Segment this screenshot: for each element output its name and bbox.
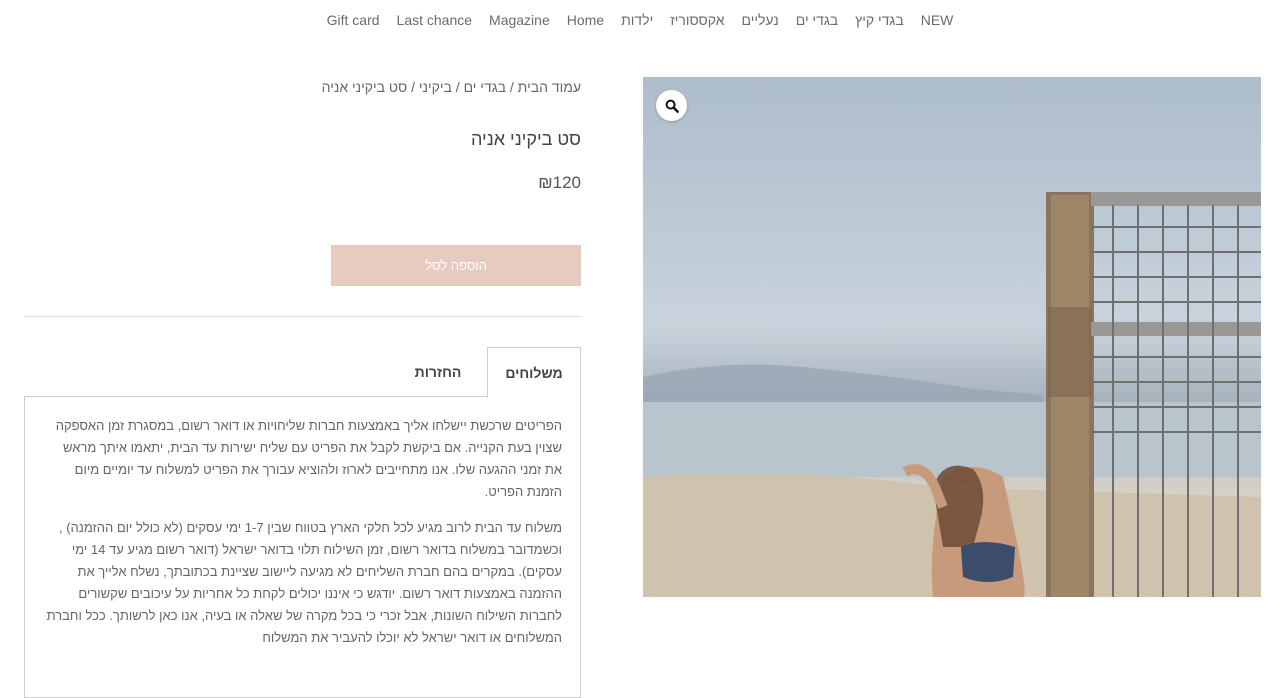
- shipping-paragraph-1: הפריטים שרכשת יישלחו אליך באמצעות חברות …: [55, 418, 562, 499]
- breadcrumb-separator: /: [451, 79, 464, 95]
- breadcrumb-separator: /: [506, 79, 518, 95]
- nav-item-swimwear[interactable]: בגדי ים: [796, 12, 838, 28]
- tab-returns[interactable]: החזרות: [388, 347, 488, 396]
- breadcrumb-swimwear[interactable]: בגדי ים: [464, 79, 506, 95]
- nav-item-shoes[interactable]: נעליים: [742, 12, 779, 28]
- product-image[interactable]: [643, 77, 1261, 597]
- nav-item-home[interactable]: Home: [567, 12, 604, 28]
- breadcrumb-separator: /: [407, 79, 419, 95]
- nav-item-girls[interactable]: ילדות: [621, 12, 653, 28]
- breadcrumb-current: סט ביקיני אניה: [321, 79, 408, 95]
- nav-item-summer-clothes[interactable]: בגדי קיץ: [855, 12, 904, 28]
- breadcrumb: עמוד הבית / בגדי ים / ביקיני / סט ביקיני…: [24, 77, 581, 97]
- add-to-cart-button[interactable]: הוספה לסל: [331, 245, 581, 286]
- breadcrumb-bikini[interactable]: ביקיני: [419, 79, 452, 95]
- breadcrumb-home[interactable]: עמוד הבית: [518, 79, 581, 95]
- nav-item-gift-card[interactable]: Gift card: [327, 12, 380, 28]
- nav-item-accessories[interactable]: אקססוריז: [670, 12, 724, 28]
- shipping-paragraph-2: משלוח עד הבית לרוב מגיע לכל חלקי הארץ בט…: [46, 520, 562, 645]
- tab-shipping[interactable]: משלוחים: [487, 347, 581, 398]
- product-summary: עמוד הבית / בגדי ים / ביקיני / סט ביקיני…: [24, 77, 581, 398]
- nav-item-magazine[interactable]: Magazine: [489, 12, 550, 28]
- nav-item-last-chance[interactable]: Last chance: [397, 12, 473, 28]
- main-navigation: NEW בגדי קיץ בגדי ים נעליים אקססוריז ילד…: [0, 0, 1280, 42]
- product-photo: [643, 192, 1261, 597]
- shipping-tab-panel: הפריטים שרכשת יישלחו אליך באמצעות חברות …: [24, 396, 581, 698]
- divider: [24, 316, 581, 317]
- zoom-button[interactable]: [656, 90, 687, 121]
- product-price: ₪120: [538, 173, 581, 192]
- product-title: סט ביקיני אניה: [470, 129, 581, 149]
- search-icon: [665, 99, 679, 113]
- nav-item-new[interactable]: NEW: [921, 12, 954, 28]
